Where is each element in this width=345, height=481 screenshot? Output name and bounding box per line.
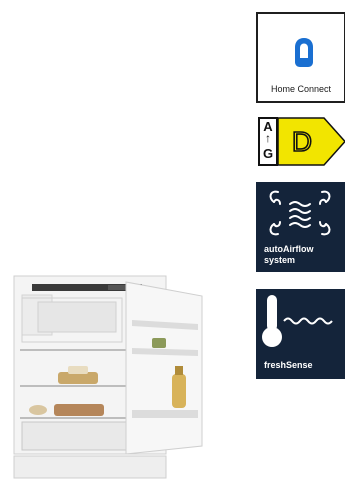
home-connect-label: Home Connect xyxy=(270,84,332,94)
airflow-icon xyxy=(269,190,331,236)
energy-scale-arrow: ↑ xyxy=(265,131,271,145)
home-connect-icon xyxy=(295,38,313,67)
thermometer-wave-icon xyxy=(262,295,333,347)
autoairflow-badge: autoAirflow system xyxy=(256,182,345,272)
autoairflow-caption: autoAirflow system xyxy=(264,244,314,266)
autoairflow-line1: autoAirflow xyxy=(264,244,314,254)
freshsense-badge: freshSense xyxy=(256,289,345,379)
energy-scale-bottom: G xyxy=(262,146,274,161)
freshsense-caption: freshSense xyxy=(264,360,313,370)
energy-class-arrow: D xyxy=(278,117,345,166)
energy-class-letter: D xyxy=(292,126,312,157)
home-connect-badge: Home Connect xyxy=(256,12,345,103)
energy-label-badge: A ↑ G D xyxy=(256,117,345,166)
energy-scale: A ↑ G xyxy=(258,117,278,166)
autoairflow-line2: system xyxy=(264,255,296,265)
fridge-image xyxy=(13,275,203,479)
